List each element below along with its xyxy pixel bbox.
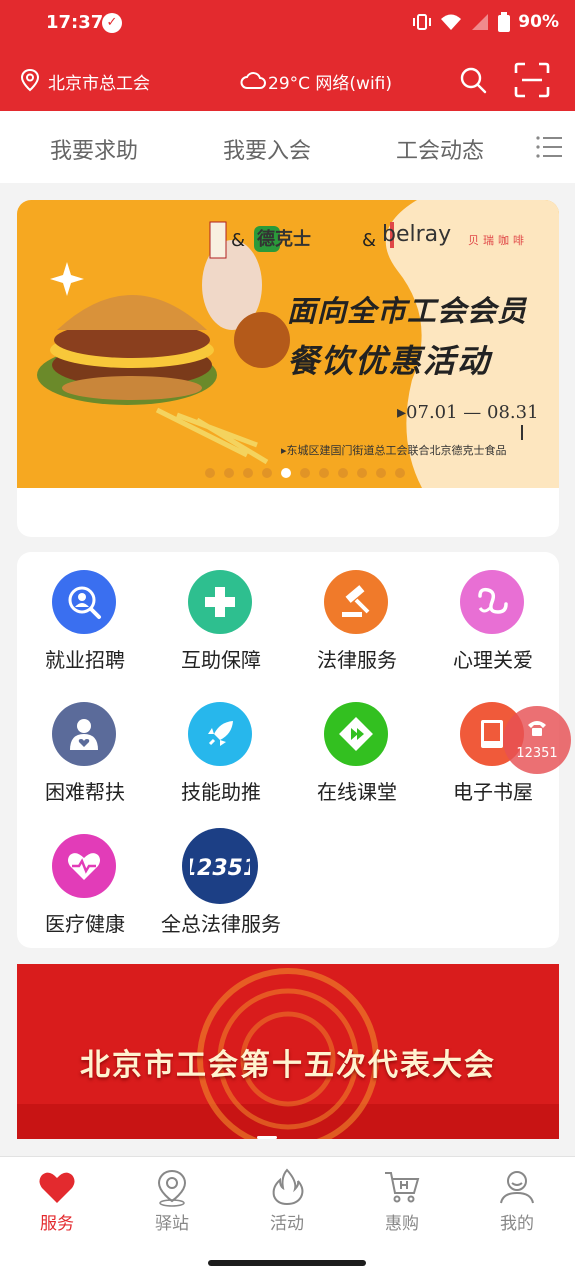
nav-label: 活动 bbox=[270, 1214, 304, 1234]
12351-badge-icon: 12351 bbox=[182, 828, 258, 904]
cart-icon bbox=[385, 1172, 420, 1203]
service-label: 法律服务 bbox=[317, 648, 397, 672]
svg-text:12351: 12351 bbox=[190, 856, 250, 881]
carousel-dot[interactable] bbox=[224, 468, 234, 478]
service-label: 互助保障 bbox=[181, 648, 261, 672]
carousel-dot[interactable] bbox=[300, 468, 310, 478]
nav-label: 驿站 bbox=[155, 1214, 189, 1234]
home-indicator[interactable] bbox=[208, 1260, 366, 1266]
vibrate-icon bbox=[413, 14, 432, 30]
battery-percent: 90% bbox=[518, 12, 559, 32]
user-icon bbox=[500, 1171, 534, 1204]
carousel-dot[interactable] bbox=[376, 468, 386, 478]
service-label: 困难帮扶 bbox=[45, 780, 125, 804]
status-bar: 17:37 ✓ 90% bbox=[0, 0, 575, 48]
nav-label: 服务 bbox=[40, 1214, 74, 1234]
location-label[interactable]: 北京市总工会 bbox=[48, 69, 150, 94]
ampersand-1: & bbox=[231, 230, 246, 251]
app-header: 17:37 ✓ 90% 北京市总工会 29°C 网络(wifi) bbox=[0, 0, 575, 111]
system-icons: 90% bbox=[412, 12, 559, 32]
service-skills[interactable]: 技能助推 bbox=[153, 684, 289, 804]
service-legal[interactable]: 法律服务 bbox=[289, 552, 425, 672]
service-label: 在线课堂 bbox=[317, 780, 397, 804]
search-icon[interactable] bbox=[458, 65, 488, 95]
nav-station[interactable]: 驿站 bbox=[132, 1167, 212, 1234]
service-label: 技能助推 bbox=[181, 780, 261, 804]
promo-banner-card[interactable]: & 德克士 & belray 贝瑞咖啡 面向全市工会会员 餐饮优惠活动 ▸07.… bbox=[17, 200, 559, 537]
carousel-dot[interactable] bbox=[395, 468, 405, 478]
tab-help[interactable]: 我要求助 bbox=[50, 133, 138, 165]
cloud-icon bbox=[240, 72, 266, 89]
banner-title-line1: 面向全市工会会员 bbox=[287, 294, 528, 328]
nav-service[interactable]: 服务 bbox=[17, 1167, 97, 1234]
banner-subtitle: ▸东城区建国门街道总工会联合北京德克士食品 bbox=[281, 444, 507, 457]
rocket-icon bbox=[188, 702, 252, 766]
tab-join[interactable]: 我要入会 bbox=[223, 133, 311, 165]
map-pin-icon bbox=[157, 1169, 187, 1207]
banner-title-line2: 餐饮优惠活动 bbox=[287, 342, 492, 380]
heartbeat-icon bbox=[52, 834, 116, 898]
heart-swirl-icon bbox=[460, 570, 524, 634]
medical-cross-icon bbox=[188, 570, 252, 634]
brand-belray: belray bbox=[382, 222, 452, 247]
service-mental-care[interactable]: 心理关爱 bbox=[425, 552, 561, 672]
carousel-dot[interactable] bbox=[205, 468, 215, 478]
service-hardship[interactable]: 困难帮扶 bbox=[17, 684, 153, 804]
hotline-number: 12351 bbox=[516, 746, 558, 761]
service-label: 医疗健康 bbox=[45, 912, 125, 936]
location-pin-icon[interactable] bbox=[20, 68, 40, 92]
brand-dicos: 德克士 bbox=[257, 229, 311, 250]
service-label: 就业招聘 bbox=[45, 648, 125, 672]
menu-list-icon[interactable] bbox=[536, 135, 562, 159]
nav-activity[interactable]: 活动 bbox=[247, 1167, 327, 1234]
battery-icon bbox=[498, 12, 511, 32]
weather-label: 29°C 网络(wifi) bbox=[268, 74, 393, 94]
carousel-dot[interactable] bbox=[319, 468, 329, 478]
heart-icon bbox=[39, 1172, 75, 1203]
service-label: 电子书屋 bbox=[453, 780, 533, 804]
status-time: 17:37 bbox=[46, 12, 104, 33]
service-medical[interactable]: 医疗健康 bbox=[17, 816, 153, 936]
carousel-dots bbox=[205, 468, 405, 478]
carousel-dot[interactable] bbox=[281, 468, 291, 478]
service-online-class[interactable]: 在线课堂 bbox=[289, 684, 425, 804]
ampersand-2: & bbox=[362, 230, 377, 251]
service-mutual-aid[interactable]: 互助保障 bbox=[153, 552, 289, 672]
nav-label: 惠购 bbox=[385, 1214, 419, 1234]
phone-icon bbox=[528, 721, 546, 736]
service-label: 心理关爱 bbox=[453, 648, 533, 672]
congress-banner-title: 北京市工会第十五次代表大会 bbox=[80, 1048, 496, 1083]
gavel-icon bbox=[324, 570, 388, 634]
signal-icon bbox=[472, 14, 489, 30]
wifi-icon bbox=[441, 14, 462, 30]
carousel-dot[interactable] bbox=[338, 468, 348, 478]
nav-shop[interactable]: 惠购 bbox=[362, 1167, 442, 1234]
banner-date-range: ▸07.01 — 08.31 bbox=[397, 402, 539, 423]
service-label: 全总法律服务 bbox=[161, 912, 281, 936]
person-heart-icon bbox=[52, 702, 116, 766]
congress-banner[interactable]: 北京市工会第十五次代表大会 bbox=[17, 964, 559, 1139]
carousel-dot[interactable] bbox=[262, 468, 272, 478]
play-video-icon bbox=[324, 702, 388, 766]
services-grid: 就业招聘 互助保障 法律服务 心理关爱 困难帮扶 技能助推 在线课堂 电子书屋 … bbox=[17, 552, 559, 948]
carousel-dot[interactable] bbox=[357, 468, 367, 478]
top-tabs: 我要求助 我要入会 工会动态 bbox=[0, 111, 575, 183]
tab-news[interactable]: 工会动态 bbox=[396, 133, 484, 165]
service-job[interactable]: 就业招聘 bbox=[17, 552, 153, 672]
notification-check-icon: ✓ bbox=[102, 13, 122, 33]
location-row: 北京市总工会 29°C 网络(wifi) bbox=[0, 56, 575, 104]
brand-coffee-label: 贝瑞咖啡 bbox=[468, 234, 528, 247]
flame-icon bbox=[272, 1168, 304, 1206]
job-search-icon bbox=[52, 570, 116, 634]
nav-mine[interactable]: 我的 bbox=[477, 1167, 557, 1234]
scan-icon[interactable] bbox=[514, 62, 550, 98]
bottom-navigation: 服务 驿站 活动 惠购 我的 bbox=[0, 1156, 575, 1280]
service-acftu-legal[interactable]: 12351 全总法律服务 bbox=[153, 816, 289, 936]
carousel-dot[interactable] bbox=[243, 468, 253, 478]
nav-label: 我的 bbox=[500, 1214, 534, 1234]
hotline-float-button[interactable]: 12351 bbox=[503, 706, 571, 774]
